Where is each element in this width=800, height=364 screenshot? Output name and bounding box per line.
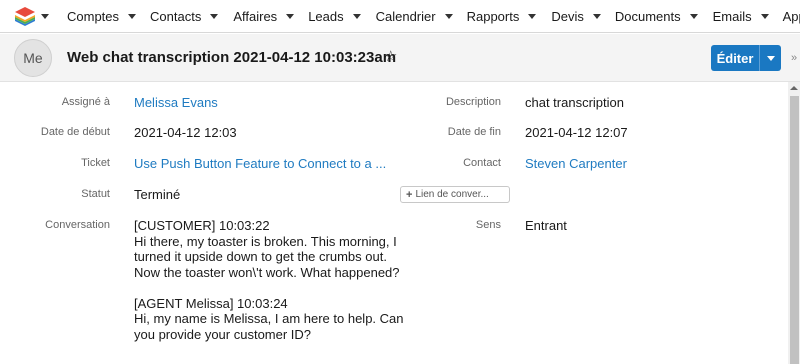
nav-item-appels[interactable]: Appels bbox=[783, 9, 800, 24]
nav-item-documents[interactable]: Documents bbox=[615, 9, 698, 24]
scrollbar-thumb[interactable] bbox=[790, 96, 799, 364]
avatar: Me bbox=[14, 39, 52, 77]
status-label: Statut bbox=[81, 188, 110, 200]
scroll-up-arrow-icon[interactable] bbox=[790, 86, 798, 90]
nav-item-affaires[interactable]: Affaires bbox=[233, 9, 295, 24]
nav-item-comptes[interactable]: Comptes bbox=[67, 9, 137, 24]
end-date-label: Date de fin bbox=[447, 126, 501, 138]
start-date-label: Date de début bbox=[40, 126, 110, 138]
nav-item-label: Affaires bbox=[233, 9, 278, 24]
nav-item-label: Emails bbox=[712, 9, 752, 24]
assigned-label: Assigné à bbox=[61, 96, 110, 108]
customer-message-header: [CUSTOMER] 10:03:22 bbox=[134, 218, 270, 233]
conversation-label: Conversation bbox=[45, 219, 110, 231]
nav-item-calendrier[interactable]: Calendrier bbox=[376, 9, 453, 24]
end-date-value: 2021-04-12 12:07 bbox=[525, 125, 628, 140]
nav-item-leads[interactable]: Leads bbox=[308, 9, 361, 24]
status-value: Terminé bbox=[134, 187, 181, 202]
conversation-link-label: Lien de conver... bbox=[415, 189, 489, 200]
record-header: Me Web chat transcription 2021-04-12 10:… bbox=[0, 34, 800, 82]
scrollbar[interactable] bbox=[788, 82, 800, 364]
start-date-value: 2021-04-12 12:03 bbox=[134, 125, 237, 140]
nav-item-contacts[interactable]: Contacts bbox=[150, 9, 219, 24]
nav-item-label: Appels bbox=[782, 9, 800, 24]
nav-item-label: Comptes bbox=[67, 9, 120, 24]
conversation-transcript: [CUSTOMER] 10:03:22 Hi there, my toaster… bbox=[134, 218, 404, 358]
nav-item-label: Calendrier bbox=[375, 9, 436, 24]
layers-logo-icon[interactable] bbox=[14, 6, 36, 28]
edit-button-group: Éditer bbox=[711, 45, 781, 71]
top-navigation: Comptes Contacts Affaires Leads Calendri… bbox=[0, 0, 800, 33]
description-label: Description bbox=[445, 96, 501, 108]
edit-button[interactable]: Éditer bbox=[711, 45, 759, 71]
plus-icon: + bbox=[406, 188, 413, 201]
double-chevron-right-icon[interactable]: » bbox=[791, 52, 797, 64]
customer-message-text: Hi there, my toaster is broken. This mor… bbox=[134, 233, 400, 280]
description-value: chat transcription bbox=[525, 95, 624, 110]
chevron-down-icon bbox=[689, 14, 698, 19]
chevron-down-icon bbox=[528, 14, 537, 19]
agent-message-text: Hi, my name is Melissa, I am here to hel… bbox=[134, 311, 404, 342]
nav-item-devis[interactable]: Devis bbox=[551, 9, 601, 24]
agent-message-header: [AGENT Melissa] 10:03:24 bbox=[134, 295, 288, 311]
chevron-down-icon bbox=[760, 14, 769, 19]
contact-link[interactable]: Steven Carpenter bbox=[525, 156, 627, 171]
logo-menu-caret-icon[interactable] bbox=[41, 14, 49, 19]
contact-label: Contact bbox=[463, 157, 501, 169]
nav-item-label: Leads bbox=[308, 9, 344, 24]
nav-item-label: Rapports bbox=[466, 9, 520, 24]
chevron-down-icon bbox=[766, 55, 775, 61]
nav-item-emails[interactable]: Emails bbox=[713, 9, 769, 24]
ticket-link[interactable]: Use Push Button Feature to Connect to a … bbox=[134, 156, 386, 171]
chevron-down-icon bbox=[592, 14, 601, 19]
nav-item-label: Documents bbox=[614, 9, 681, 24]
chevron-down-icon bbox=[352, 14, 361, 19]
page-title: Web chat transcription 2021-04-12 10:03:… bbox=[67, 49, 397, 66]
direction-label: Sens bbox=[475, 219, 501, 231]
add-conversation-link-button[interactable]: + Lien de conver... bbox=[400, 186, 510, 203]
nav-item-label: Contacts bbox=[150, 9, 202, 24]
edit-dropdown-button[interactable] bbox=[759, 45, 781, 71]
nav-item-rapports[interactable]: Rapports bbox=[467, 9, 537, 24]
nav-menu: Comptes Contacts Affaires Leads Calendri… bbox=[67, 0, 800, 33]
ticket-label: Ticket bbox=[81, 157, 110, 169]
direction-value: Entrant bbox=[525, 218, 567, 233]
chevron-down-icon bbox=[286, 14, 295, 19]
chevron-down-icon bbox=[128, 14, 137, 19]
nav-item-label: Devis bbox=[551, 9, 584, 24]
chevron-down-icon bbox=[210, 14, 219, 19]
chevron-down-icon bbox=[444, 14, 453, 19]
star-icon[interactable]: ☆ bbox=[384, 47, 397, 65]
assigned-user-link[interactable]: Melissa Evans bbox=[134, 95, 218, 110]
